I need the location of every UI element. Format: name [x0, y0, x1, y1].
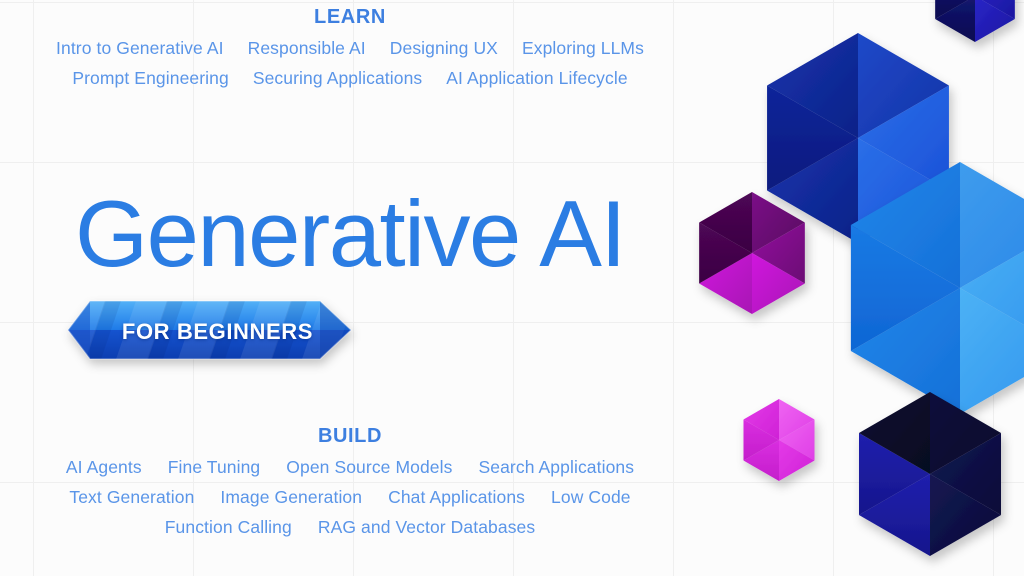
learn-link-row-2: Prompt Engineering Securing Applications…	[0, 68, 700, 89]
hero: Generative AI	[0, 186, 700, 282]
hexagon-facet	[975, 0, 1015, 42]
hexagon-facet	[743, 399, 779, 440]
hexagon-facet	[935, 0, 975, 42]
learn-link-intro-to-generative-ai[interactable]: Intro to Generative AI	[56, 38, 224, 59]
build-link-chat-applications[interactable]: Chat Applications	[388, 487, 525, 508]
hexagon-facet	[699, 222, 752, 284]
hexagon-facet	[779, 399, 815, 440]
hexagon-facet	[930, 392, 1002, 474]
build-link-row-3: Function Calling RAG and Vector Database…	[0, 517, 700, 538]
build-link-row-2: Text Generation Image Generation Chat Ap…	[0, 487, 700, 508]
hexagon-facet	[858, 85, 949, 191]
hexagon-facet	[960, 288, 1024, 414]
hexagon-facet	[960, 251, 1024, 325]
learn-link-securing-applications[interactable]: Securing Applications	[253, 68, 422, 89]
hexagon-facet	[960, 162, 1024, 288]
hexagon-facet	[858, 433, 930, 515]
hexagon-purple	[699, 192, 805, 314]
learn-section: LEARN Intro to Generative AI Responsible…	[0, 6, 700, 89]
learn-link-designing-ux[interactable]: Designing UX	[390, 38, 498, 59]
hexagon-facet	[850, 225, 960, 351]
build-link-ai-agents[interactable]: AI Agents	[66, 457, 142, 478]
for-beginners-ribbon: FOR BEGINNERS	[67, 299, 353, 361]
learn-link-ai-application-lifecycle[interactable]: AI Application Lifecycle	[446, 68, 627, 89]
hexagon-facet	[699, 192, 752, 253]
learn-link-responsible-ai[interactable]: Responsible AI	[248, 38, 366, 59]
build-link-image-generation[interactable]: Image Generation	[220, 487, 362, 508]
hexagon-facet	[858, 33, 949, 138]
hexagon-facet	[779, 440, 815, 481]
hexagon-facet	[767, 33, 858, 138]
build-link-open-source-models[interactable]: Open Source Models	[286, 457, 452, 478]
poster-canvas: LEARN Intro to Generative AI Responsible…	[0, 0, 1024, 576]
hexagon-facet	[767, 85, 858, 191]
hexagon-facet	[930, 433, 1002, 515]
hexagon-facet	[743, 440, 779, 481]
hexagon-facet	[743, 419, 779, 461]
hexagon-facet	[850, 162, 960, 288]
build-section: BUILD AI Agents Fine Tuning Open Source …	[0, 425, 700, 538]
build-link-search-applications[interactable]: Search Applications	[478, 457, 634, 478]
build-heading: BUILD	[317, 425, 383, 447]
hexagon-facet	[699, 253, 752, 314]
learn-link-row-1: Intro to Generative AI Responsible AI De…	[0, 38, 700, 59]
build-link-fine-tuning[interactable]: Fine Tuning	[168, 457, 261, 478]
build-link-row-1: AI Agents Fine Tuning Open Source Models…	[0, 457, 700, 478]
build-link-text-generation[interactable]: Text Generation	[69, 487, 194, 508]
learn-heading: LEARN	[314, 6, 386, 28]
hexagon-navy-top-right	[935, 0, 1015, 42]
build-link-rag-and-vector-databases[interactable]: RAG and Vector Databases	[318, 517, 535, 538]
hexagon-facet	[935, 0, 969, 19]
hexagon-facet	[850, 288, 960, 414]
hexagon-blue-large	[850, 162, 1024, 414]
hexagon-facet	[752, 253, 805, 314]
hexagon-facet	[752, 192, 805, 253]
hexagon-facet	[858, 474, 930, 556]
learn-link-exploring-llms[interactable]: Exploring LLMs	[522, 38, 644, 59]
hexagon-facet	[858, 392, 930, 474]
build-link-low-code[interactable]: Low Code	[551, 487, 631, 508]
hexagon-navy-bottom-right	[858, 392, 1002, 556]
page-title: Generative AI	[74, 181, 627, 286]
learn-link-prompt-engineering[interactable]: Prompt Engineering	[72, 68, 228, 89]
ribbon-shape	[67, 300, 353, 360]
hexagon-facet	[779, 419, 815, 461]
build-link-function-calling[interactable]: Function Calling	[165, 517, 292, 538]
hexagon-facet	[858, 138, 949, 243]
hexagon-magenta	[743, 399, 815, 481]
hexagon-facet	[930, 474, 1002, 556]
hexagon-facet	[752, 222, 805, 284]
hexagon-facet	[981, 0, 1015, 19]
hexagon-blue-upper	[767, 33, 949, 243]
hexagon-facet	[767, 138, 858, 243]
